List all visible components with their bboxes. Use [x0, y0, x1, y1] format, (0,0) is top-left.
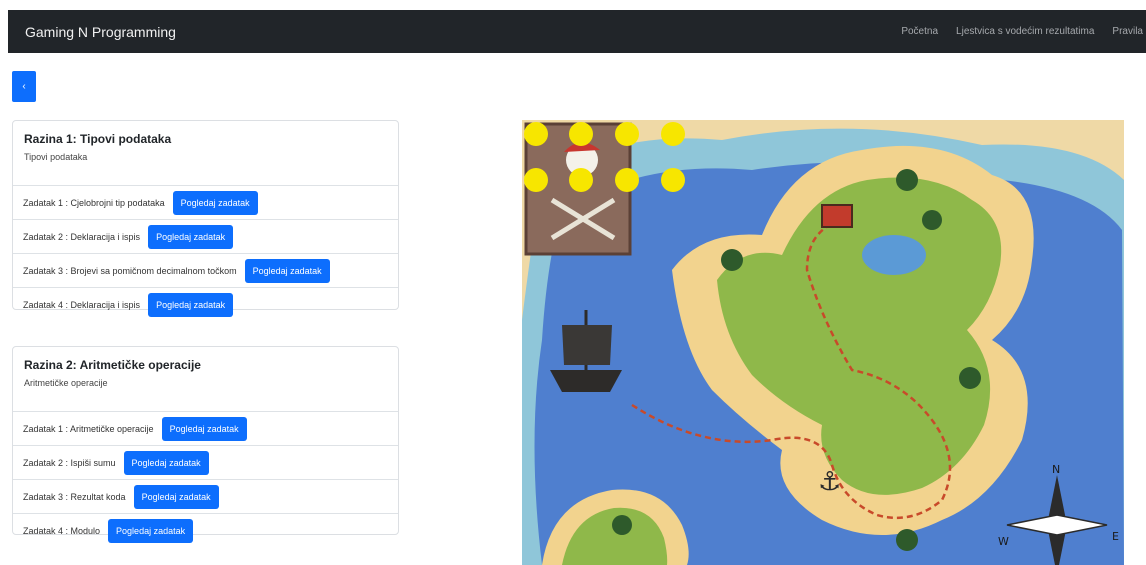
level-title: Razina 1: Tipovi podataka — [24, 132, 172, 146]
view-task-button[interactable]: Pogledaj zadatak — [148, 292, 234, 317]
task-row: Zadatak 4 : Modulo Pogledaj zadatak — [13, 514, 398, 547]
level-card-header: Razina 2: Aritmetičke operacije Aritmeti… — [13, 358, 398, 412]
progress-marker[interactable] — [615, 122, 639, 146]
map-lake — [862, 235, 926, 275]
level-card-1: Razina 1: Tipovi podataka Tipovi podatak… — [12, 120, 399, 317]
level-card-2: Razina 2: Aritmetičke operacije Aritmeti… — [12, 346, 399, 543]
nav-link-leaderboard[interactable]: Ljestvica s vodećim rezultatima — [956, 26, 1094, 37]
level-subtitle: Aritmetičke operacije — [24, 378, 108, 388]
palm-tree-icon — [959, 367, 981, 389]
view-task-button[interactable]: Pogledaj zadatak — [244, 258, 330, 283]
anchor-icon: ⚓ — [818, 467, 841, 497]
task-row: Zadatak 1 : Aritmetičke operacije Pogled… — [13, 412, 398, 446]
palm-tree-icon — [922, 210, 942, 230]
progress-marker[interactable] — [661, 168, 685, 192]
progress-marker[interactable] — [524, 168, 548, 192]
task-label: Zadatak 2 : Deklaracija i ispis — [23, 231, 141, 242]
view-task-button[interactable]: Pogledaj zadatak — [123, 450, 209, 475]
compass-west-label: W — [998, 535, 1009, 548]
level-title: Razina 2: Aritmetičke operacije — [24, 358, 201, 372]
progress-marker[interactable] — [615, 168, 639, 192]
level-card-header: Razina 1: Tipovi podataka Tipovi podatak… — [13, 132, 398, 186]
task-label: Zadatak 2 : Ispiši sumu — [23, 457, 116, 468]
progress-marker[interactable] — [524, 122, 548, 146]
treasure-map: ⚓ N W E — [522, 120, 1124, 565]
task-label: Zadatak 3 : Rezultat koda — [23, 491, 126, 502]
palm-tree-icon — [612, 515, 632, 535]
navbar-brand[interactable]: Gaming N Programming — [25, 24, 176, 40]
task-row: Zadatak 1 : Cjelobrojni tip podataka Pog… — [13, 186, 398, 220]
navbar-links: Početna Ljestvica s vodećim rezultatima … — [883, 26, 1146, 37]
view-task-button[interactable]: Pogledaj zadatak — [108, 518, 194, 543]
task-label: Zadatak 1 : Aritmetičke operacije — [23, 423, 154, 434]
palm-tree-icon — [896, 169, 918, 191]
view-task-button[interactable]: Pogledaj zadatak — [133, 484, 219, 509]
nav-link-rules[interactable]: Pravila — [1112, 26, 1143, 37]
level-subtitle: Tipovi podataka — [24, 152, 88, 162]
treasure-map-illustration: ⚓ N W E — [522, 120, 1124, 565]
progress-marker[interactable] — [661, 122, 685, 146]
compass-east-label: E — [1112, 530, 1119, 543]
task-row: Zadatak 4 : Deklaracija i ispis Pogledaj… — [13, 288, 398, 321]
treasure-chest-icon — [821, 204, 853, 228]
nav-link-home[interactable]: Početna — [901, 26, 938, 37]
view-task-button[interactable]: Pogledaj zadatak — [148, 224, 234, 249]
progress-marker[interactable] — [569, 122, 593, 146]
task-label: Zadatak 4 : Modulo — [23, 525, 101, 536]
view-task-button[interactable]: Pogledaj zadatak — [161, 416, 247, 441]
task-label: Zadatak 4 : Deklaracija i ispis — [23, 299, 141, 310]
compass-north-label: N — [1052, 463, 1060, 476]
task-label: Zadatak 1 : Cjelobrojni tip podataka — [23, 197, 165, 208]
task-row: Zadatak 3 : Rezultat koda Pogledaj zadat… — [13, 480, 398, 514]
ship-sail-icon — [562, 325, 612, 365]
task-row: Zadatak 2 : Deklaracija i ispis Pogledaj… — [13, 220, 398, 254]
progress-marker[interactable] — [569, 168, 593, 192]
task-row: Zadatak 3 : Brojevi sa pomičnom decimaln… — [13, 254, 398, 288]
view-task-button[interactable]: Pogledaj zadatak — [172, 190, 258, 215]
palm-tree-icon — [721, 249, 743, 271]
task-row: Zadatak 2 : Ispiši sumu Pogledaj zadatak — [13, 446, 398, 480]
back-button[interactable]: ‹ — [12, 71, 36, 102]
top-navbar: Gaming N Programming Početna Ljestvica s… — [8, 10, 1146, 53]
task-label: Zadatak 3 : Brojevi sa pomičnom decimaln… — [23, 265, 237, 276]
pirate-ship-hull — [550, 370, 622, 392]
palm-tree-icon — [896, 529, 918, 551]
